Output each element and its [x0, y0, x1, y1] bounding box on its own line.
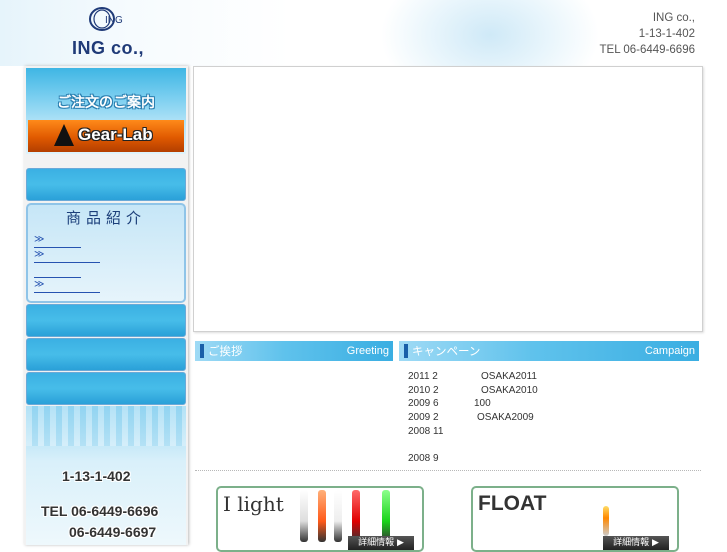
- sidebar-address-line: 1-13-1-402: [62, 468, 131, 484]
- i-light-banner[interactable]: I light 詳細情報 ▶: [216, 486, 424, 552]
- news-text: 100: [474, 398, 491, 409]
- light-stick-red-icon: [352, 490, 360, 542]
- news-item[interactable]: 2008 11: [408, 426, 443, 437]
- news-item[interactable]: 2010 2 OSAKA2010: [408, 385, 538, 396]
- news-date: 2011 2: [408, 371, 438, 382]
- news-date: 2008 11: [408, 426, 444, 437]
- news-item[interactable]: 2011 2 OSAKA2011: [408, 371, 537, 382]
- light-stick-white-icon: [334, 490, 342, 542]
- i-light-detail-button[interactable]: 詳細情報 ▶: [348, 536, 414, 550]
- product-link-3[interactable]: [34, 265, 81, 278]
- main-content-frame: [193, 66, 703, 332]
- product-link-4[interactable]: ≫: [34, 280, 100, 293]
- news-text: OSAKA2010: [481, 385, 538, 396]
- news-text: OSAKA2009: [477, 412, 534, 423]
- light-stick-orange-icon: [318, 490, 326, 542]
- section-divider: [195, 470, 701, 471]
- news-date: 2009 6: [408, 398, 439, 409]
- ing-logo-icon: ING: [89, 7, 123, 31]
- sidebar-nav-button-2[interactable]: [26, 304, 186, 337]
- product-link-1[interactable]: ≫: [34, 235, 81, 248]
- gear-lab-logo-icon: [54, 124, 74, 146]
- campaign-title-jp: キャンペーン: [412, 344, 481, 358]
- float-icon: [603, 506, 609, 536]
- company-logo-text: ING co.,: [72, 38, 145, 58]
- company-address-line: 1-13-1-402: [638, 28, 695, 40]
- water-decoration: [26, 406, 186, 446]
- section-marker: [404, 344, 408, 358]
- greeting-section-header: ご挨拶 Greeting: [195, 341, 393, 361]
- company-phone-line: TEL 06-6449-6696: [599, 44, 695, 56]
- header-splash-decoration: [380, 0, 600, 66]
- page-header: ING ING co., ING co., 1-13-1-402 TEL 06-…: [0, 0, 727, 66]
- news-date: 2010 2: [408, 385, 439, 396]
- products-menu-box: 商品紹介 ≫ ≫ ≫: [26, 203, 186, 303]
- greeting-title-jp: ご挨拶: [208, 344, 243, 358]
- news-text: OSAKA2011: [481, 371, 537, 382]
- product-link-2[interactable]: ≫: [34, 250, 100, 263]
- news-date: 2009 2: [408, 412, 439, 423]
- company-name-line: ING co.,: [652, 12, 695, 24]
- news-item[interactable]: 2008 9: [408, 453, 439, 464]
- company-contact-info: ING co., 1-13-1-402 TEL 06-6449-6696: [600, 10, 695, 58]
- sidebar-nav-button-4[interactable]: [26, 372, 186, 405]
- order-guide-title[interactable]: ご注文のご案内: [26, 92, 186, 112]
- news-item[interactable]: 2009 6 100: [408, 398, 491, 409]
- float-detail-button[interactable]: 詳細情報 ▶: [603, 536, 669, 550]
- sidebar-phone-line: TEL 06-6449-6696: [41, 503, 159, 519]
- sidebar-address-box: 1-13-1-402 TEL 06-6449-6696 06-6449-6697: [26, 406, 186, 545]
- order-guide-box: ご注文のご案内 Gear-Lab: [26, 68, 186, 154]
- light-stick-green-icon: [382, 490, 390, 542]
- sidebar-fax-line: 06-6449-6697: [69, 524, 157, 540]
- svg-text:ING: ING: [105, 15, 123, 26]
- news-item[interactable]: 2009 2 OSAKA2009: [408, 412, 534, 423]
- campaign-section-header: キャンペーン Campaign: [399, 341, 699, 361]
- light-stick-white-icon: [300, 490, 308, 542]
- campaign-title-en: Campaign: [644, 345, 695, 357]
- float-title: FLOAT: [478, 492, 547, 515]
- sidebar-nav-button-3[interactable]: [26, 338, 186, 371]
- products-menu-title: 商品紹介: [65, 209, 146, 227]
- gear-lab-banner[interactable]: Gear-Lab: [28, 120, 184, 152]
- sidebar-nav-button-1[interactable]: [26, 168, 186, 201]
- greeting-title-en: Greeting: [346, 345, 389, 357]
- gear-lab-label: Gear-Lab: [78, 125, 153, 144]
- news-date: 2008 9: [408, 453, 439, 464]
- left-sidebar: ご注文のご案内 Gear-Lab 商品紹介 ≫ ≫ ≫ 1-13-1-402 T…: [24, 66, 188, 545]
- float-banner[interactable]: FLOAT 詳細情報 ▶: [471, 486, 679, 552]
- section-marker: [200, 344, 204, 358]
- i-light-title: I light: [223, 492, 284, 516]
